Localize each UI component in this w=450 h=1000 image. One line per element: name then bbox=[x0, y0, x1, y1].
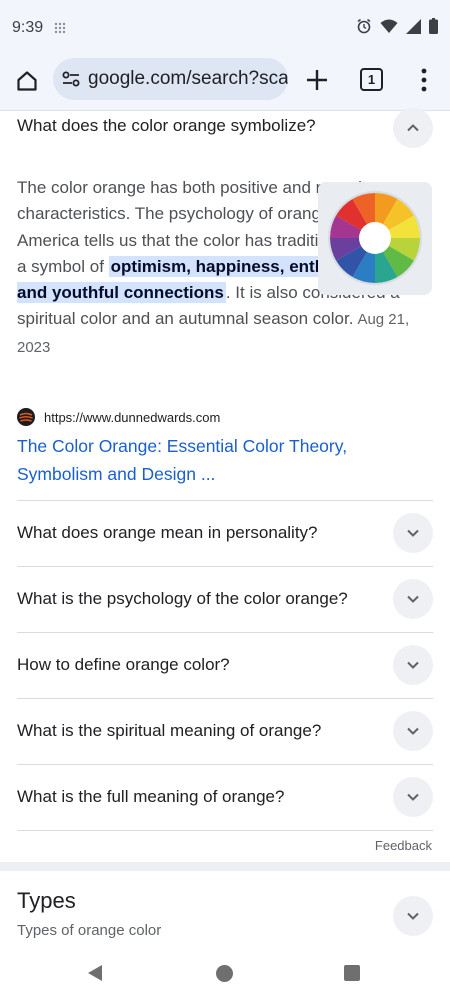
feedback-link[interactable]: Feedback bbox=[375, 838, 432, 853]
question-row[interactable]: What is the spiritual meaning of orange? bbox=[17, 698, 433, 764]
question-text: What is the psychology of the color oran… bbox=[17, 589, 348, 608]
battery-icon bbox=[429, 18, 438, 34]
chevron-down-icon bbox=[407, 529, 419, 537]
new-tab-icon[interactable] bbox=[304, 67, 330, 93]
question-row[interactable]: What is the full meaning of orange? bbox=[17, 764, 433, 830]
alarm-icon bbox=[357, 18, 371, 34]
chevron-down-icon bbox=[407, 595, 419, 603]
status-bar: 9:39 bbox=[0, 0, 450, 56]
expand-button[interactable] bbox=[393, 513, 433, 553]
question-text: What does the color orange symbolize? bbox=[17, 116, 316, 135]
back-icon[interactable] bbox=[87, 964, 103, 982]
grid-icon bbox=[54, 22, 66, 34]
chevron-down-icon bbox=[407, 661, 419, 669]
more-menu-icon[interactable] bbox=[414, 67, 434, 93]
question-text: What does orange mean in personality? bbox=[17, 523, 318, 542]
question-row[interactable]: How to define orange color? bbox=[17, 632, 433, 698]
question-text: What is the full meaning of orange? bbox=[17, 787, 285, 806]
expand-button[interactable] bbox=[393, 579, 433, 619]
url-text: google.com/search?sca_ bbox=[88, 68, 288, 89]
chevron-down-icon bbox=[407, 793, 419, 801]
expanded-question[interactable]: What does the color orange symbolize? bbox=[17, 108, 433, 148]
home-button[interactable] bbox=[12, 66, 42, 96]
question-row[interactable]: What is the psychology of the color oran… bbox=[17, 566, 433, 632]
chevron-down-icon bbox=[407, 912, 419, 920]
recent-apps-icon[interactable] bbox=[344, 965, 360, 981]
chevron-down-icon bbox=[407, 727, 419, 735]
site-settings-icon[interactable] bbox=[61, 69, 81, 89]
status-time: 9:39 bbox=[12, 19, 44, 36]
wifi-icon bbox=[380, 19, 398, 33]
divider bbox=[17, 830, 433, 831]
system-nav-bar bbox=[0, 950, 450, 1000]
expand-button[interactable] bbox=[393, 777, 433, 817]
source-url: https://www.dunnedwards.com bbox=[44, 409, 221, 425]
browser-toolbar: google.com/search?sca_ 1 bbox=[0, 56, 450, 111]
question-text: What is the spiritual meaning of orange? bbox=[17, 721, 322, 740]
types-title: Types bbox=[17, 888, 76, 913]
expand-button[interactable] bbox=[393, 711, 433, 751]
status-icons bbox=[356, 18, 438, 34]
home-nav-icon[interactable] bbox=[216, 965, 233, 982]
chevron-up-icon bbox=[407, 124, 419, 132]
home-icon bbox=[17, 71, 37, 91]
color-wheel-image bbox=[318, 182, 432, 295]
types-expand-button[interactable] bbox=[393, 896, 433, 936]
question-text: How to define orange color? bbox=[17, 655, 230, 674]
source-row[interactable]: https://www.dunnedwards.com bbox=[17, 407, 220, 427]
source-title-link[interactable]: The Color Orange: Essential Color Theory… bbox=[17, 432, 397, 488]
signal-icon bbox=[406, 18, 421, 34]
site-favicon-icon bbox=[17, 408, 35, 426]
section-separator bbox=[0, 862, 450, 871]
question-row[interactable]: What does orange mean in personality? bbox=[17, 500, 433, 566]
tab-switcher-button[interactable]: 1 bbox=[360, 68, 383, 91]
address-bar[interactable]: google.com/search?sca_ bbox=[53, 58, 288, 100]
collapse-button[interactable] bbox=[393, 108, 433, 148]
types-subtitle: Types of orange color bbox=[17, 922, 162, 939]
expand-button[interactable] bbox=[393, 645, 433, 685]
color-wheel-thumbnail[interactable] bbox=[318, 182, 432, 295]
